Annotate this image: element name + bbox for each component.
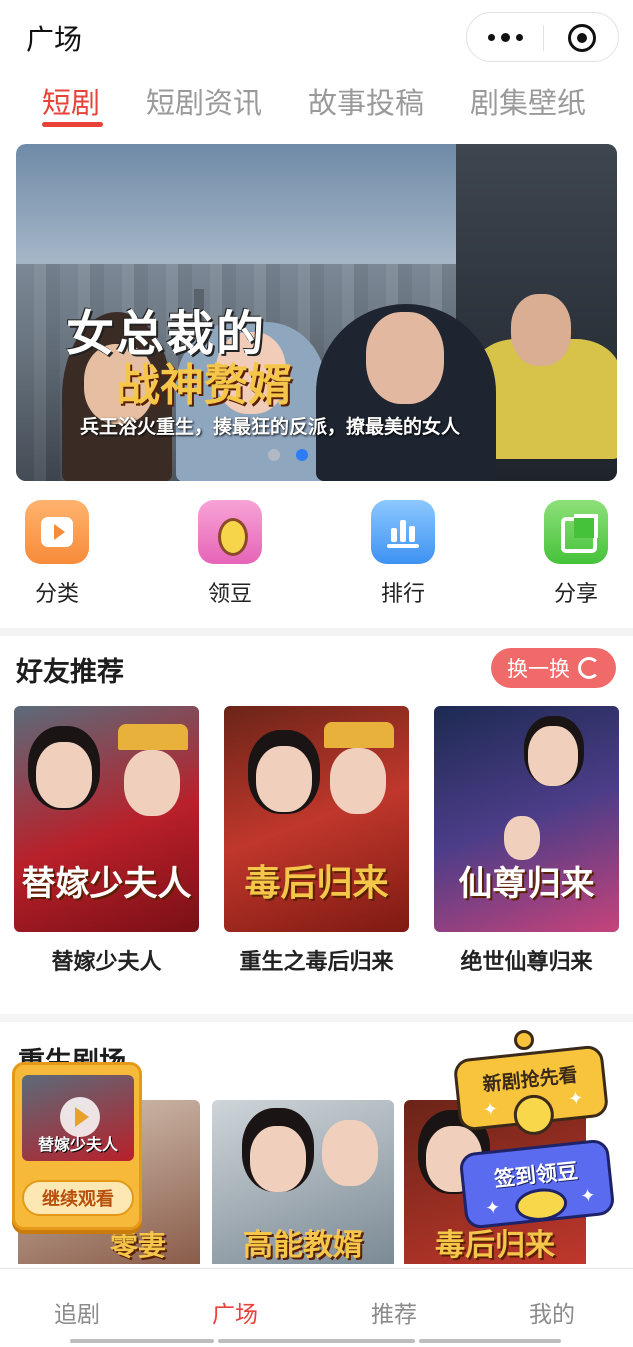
coin-bean-icon — [198, 500, 262, 564]
sparkle-icon: ✦ — [482, 1098, 500, 1122]
hero-banner[interactable]: 女总裁的 战神赘婿 兵王浴火重生，揍最狂的反派，撩最美的女人 — [16, 144, 617, 481]
tab-short-drama[interactable]: 短剧 — [42, 80, 100, 122]
bar-shape — [391, 528, 397, 542]
entry-label: 分享 — [553, 582, 598, 607]
drama-title[interactable]: 替嫁少夫人 — [14, 944, 199, 976]
refresh-label: 换一换 — [507, 657, 570, 681]
page-title: 广场 — [26, 23, 83, 56]
tab-drama-news[interactable]: 短剧资讯 — [146, 80, 262, 122]
entry-share[interactable]: 分享 — [531, 500, 621, 608]
dot-icon — [487, 33, 495, 41]
nav-follow-drama[interactable]: 追剧 — [54, 1295, 100, 1329]
poster-title: 毒后归来 — [244, 862, 389, 904]
hanger-ring-icon — [514, 1030, 534, 1050]
coin-icon — [513, 1186, 569, 1224]
entry-category[interactable]: 分类 — [12, 500, 102, 608]
drama-title[interactable]: 重生之毒后归来 — [224, 944, 409, 976]
section-divider — [0, 628, 633, 636]
refresh-icon — [578, 657, 600, 679]
banner-subtitle: 兵王浴火重生，揍最狂的反派，撩最美的女人 — [80, 416, 461, 438]
sparkle-icon: ✦ — [579, 1184, 597, 1208]
home-indicator-segment — [419, 1339, 561, 1343]
banner-character-face — [511, 294, 571, 366]
poster-face — [322, 1120, 378, 1186]
poster-face — [250, 1126, 306, 1192]
share-icon — [544, 500, 608, 564]
video-category-icon — [25, 500, 89, 564]
top-bar: 广场 — [0, 0, 633, 72]
refresh-button[interactable]: 换一换 — [491, 648, 616, 688]
poster-crown — [118, 724, 188, 750]
nav-square[interactable]: 广场 — [212, 1295, 258, 1329]
tab-story-submission[interactable]: 故事投稿 — [308, 80, 424, 122]
nav-mine[interactable]: 我的 — [529, 1295, 575, 1329]
poster-title: 仙尊归来 — [458, 864, 595, 904]
entry-ranking[interactable]: 排行 — [358, 500, 448, 608]
drama-poster[interactable]: 仙尊归来 — [434, 706, 619, 932]
continue-thumbnail: 替嫁少夫人 — [22, 1075, 134, 1161]
drama-poster[interactable]: 毒后归来 — [224, 706, 409, 932]
poster-face — [504, 816, 540, 860]
poster-face — [36, 742, 92, 808]
poster-crown — [324, 722, 394, 748]
entry-label: 排行 — [380, 582, 425, 607]
thumbnail-title: 替嫁少夫人 — [37, 1135, 118, 1154]
entry-get-beans[interactable]: 领豆 — [185, 500, 275, 608]
tab-episode-wallpaper[interactable]: 剧集壁纸 — [470, 80, 586, 122]
home-indicator-segment — [218, 1339, 415, 1343]
more-menu-button[interactable] — [467, 13, 543, 61]
poster-title: 高能教婿 — [243, 1228, 363, 1263]
close-target-icon[interactable] — [568, 24, 596, 52]
nav-recommend[interactable]: 推荐 — [371, 1295, 417, 1329]
sparkle-icon: ✦ — [484, 1197, 502, 1220]
entry-label: 分类 — [34, 582, 79, 607]
entry-label: 领豆 — [207, 582, 252, 607]
checkin-beans-badge[interactable]: 签到领豆 ✦ ✦ — [458, 1138, 616, 1230]
home-indicator-segment — [70, 1339, 214, 1343]
poster-face — [124, 750, 180, 816]
drama-poster[interactable]: 高能教婿 — [212, 1100, 394, 1264]
banner-character-face — [366, 312, 444, 404]
drama-poster[interactable]: 替嫁少夫人 — [14, 706, 199, 932]
poster-title: 替嫁少夫人 — [21, 864, 192, 904]
banner-title-line2: 战神赘婿 — [116, 360, 292, 411]
poster-face — [330, 748, 386, 814]
bar-shape — [400, 520, 406, 542]
category-tabs: 短剧 短剧资讯 故事投稿 剧集壁纸 — [0, 76, 633, 132]
capsule-divider — [543, 25, 544, 51]
pagination-dot-active — [296, 449, 308, 461]
bottom-tab-bar: 追剧 广场 推荐 我的 — [0, 1268, 633, 1347]
bar-shape — [409, 526, 415, 542]
friends-section-title: 好友推荐 — [16, 657, 124, 688]
sparkle-icon: ✦ — [567, 1087, 585, 1111]
banner-pagination — [268, 449, 324, 461]
dot-icon — [515, 33, 523, 41]
ranking-chart-icon — [371, 500, 435, 564]
dot-icon — [500, 32, 510, 42]
drama-title[interactable]: 绝世仙尊归来 — [434, 944, 619, 976]
active-tab-underline — [42, 122, 103, 127]
poster-face — [528, 726, 578, 786]
section-divider — [0, 1014, 633, 1022]
poster-face — [256, 746, 312, 812]
pagination-dot — [268, 449, 280, 461]
poster-title: 零妻 — [109, 1229, 166, 1262]
continue-watching-button[interactable]: 继续观看 — [22, 1180, 134, 1216]
continue-watching-widget[interactable]: 替嫁少夫人 继续观看 — [12, 1062, 142, 1230]
mini-program-capsule — [466, 12, 619, 62]
